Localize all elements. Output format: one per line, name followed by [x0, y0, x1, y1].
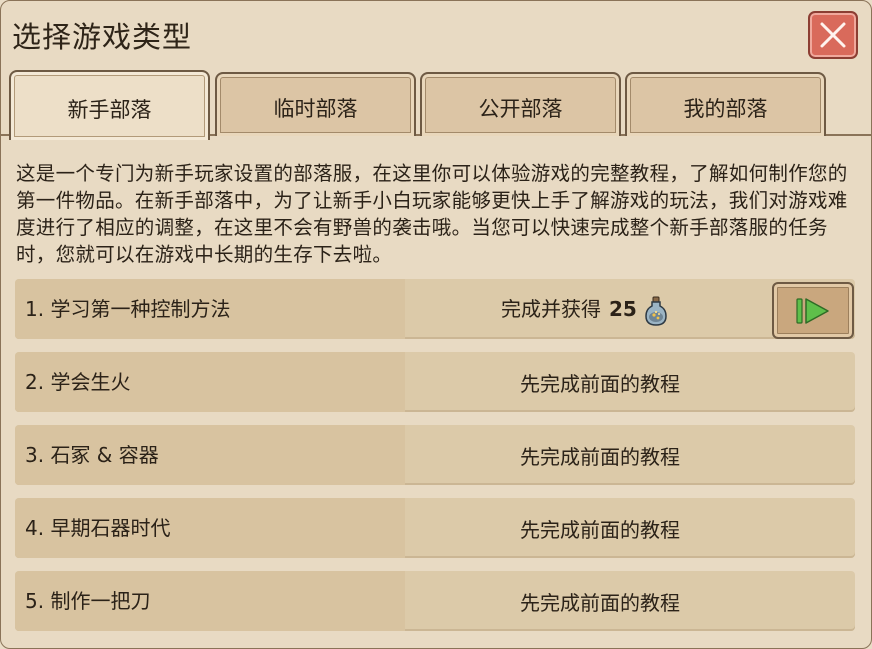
tab-label: 临时部落: [273, 97, 358, 121]
tab-novice-tribe[interactable]: 新手部落: [9, 70, 210, 140]
potion-icon: [645, 296, 667, 326]
tutorial-status: 先完成前面的教程: [520, 445, 680, 469]
tutorial-status: 先完成前面的教程: [520, 591, 680, 615]
tutorial-row: 5. 制作一把刀 先完成前面的教程: [15, 571, 855, 631]
tutorial-name: 4. 早期石器时代: [25, 516, 171, 540]
tutorial-reward: 完成并获得 25: [501, 279, 667, 339]
dialog-title: 选择游戏类型: [12, 20, 193, 54]
tutorial-row: 2. 学会生火 先完成前面的教程: [15, 352, 855, 412]
tutorial-status: 先完成前面的教程: [520, 372, 680, 396]
play-button[interactable]: [772, 282, 854, 339]
tab-temporary-tribe[interactable]: 临时部落: [215, 72, 416, 136]
tab-my-tribe[interactable]: 我的部落: [625, 72, 826, 136]
tutorial-row: 4. 早期石器时代 先完成前面的教程: [15, 498, 855, 558]
close-button[interactable]: [808, 11, 858, 59]
tab-label: 我的部落: [683, 97, 768, 121]
tutorial-name: 2. 学会生火: [25, 370, 131, 394]
tab-label: 公开部落: [478, 97, 563, 121]
tutorial-row: 1. 学习第一种控制方法 完成并获得 25: [15, 279, 855, 339]
tutorial-name: 3. 石冢 & 容器: [25, 443, 159, 467]
tutorial-status: 完成并获得: [501, 297, 601, 321]
tutorial-name: 5. 制作一把刀: [25, 589, 151, 613]
tribe-description: 这是一个专门为新手玩家设置的部落服，在这里你可以体验游戏的完整教程，了解如何制作…: [16, 162, 848, 266]
tutorial-status: 先完成前面的教程: [520, 518, 680, 542]
play-icon: [796, 297, 829, 324]
tab-label: 新手部落: [67, 98, 152, 122]
reward-amount: 25: [609, 297, 637, 321]
tab-public-tribe[interactable]: 公开部落: [420, 72, 621, 136]
tutorial-name: 1. 学习第一种控制方法: [25, 297, 231, 321]
tutorial-row: 3. 石冢 & 容器 先完成前面的教程: [15, 425, 855, 485]
close-icon: [820, 22, 846, 48]
